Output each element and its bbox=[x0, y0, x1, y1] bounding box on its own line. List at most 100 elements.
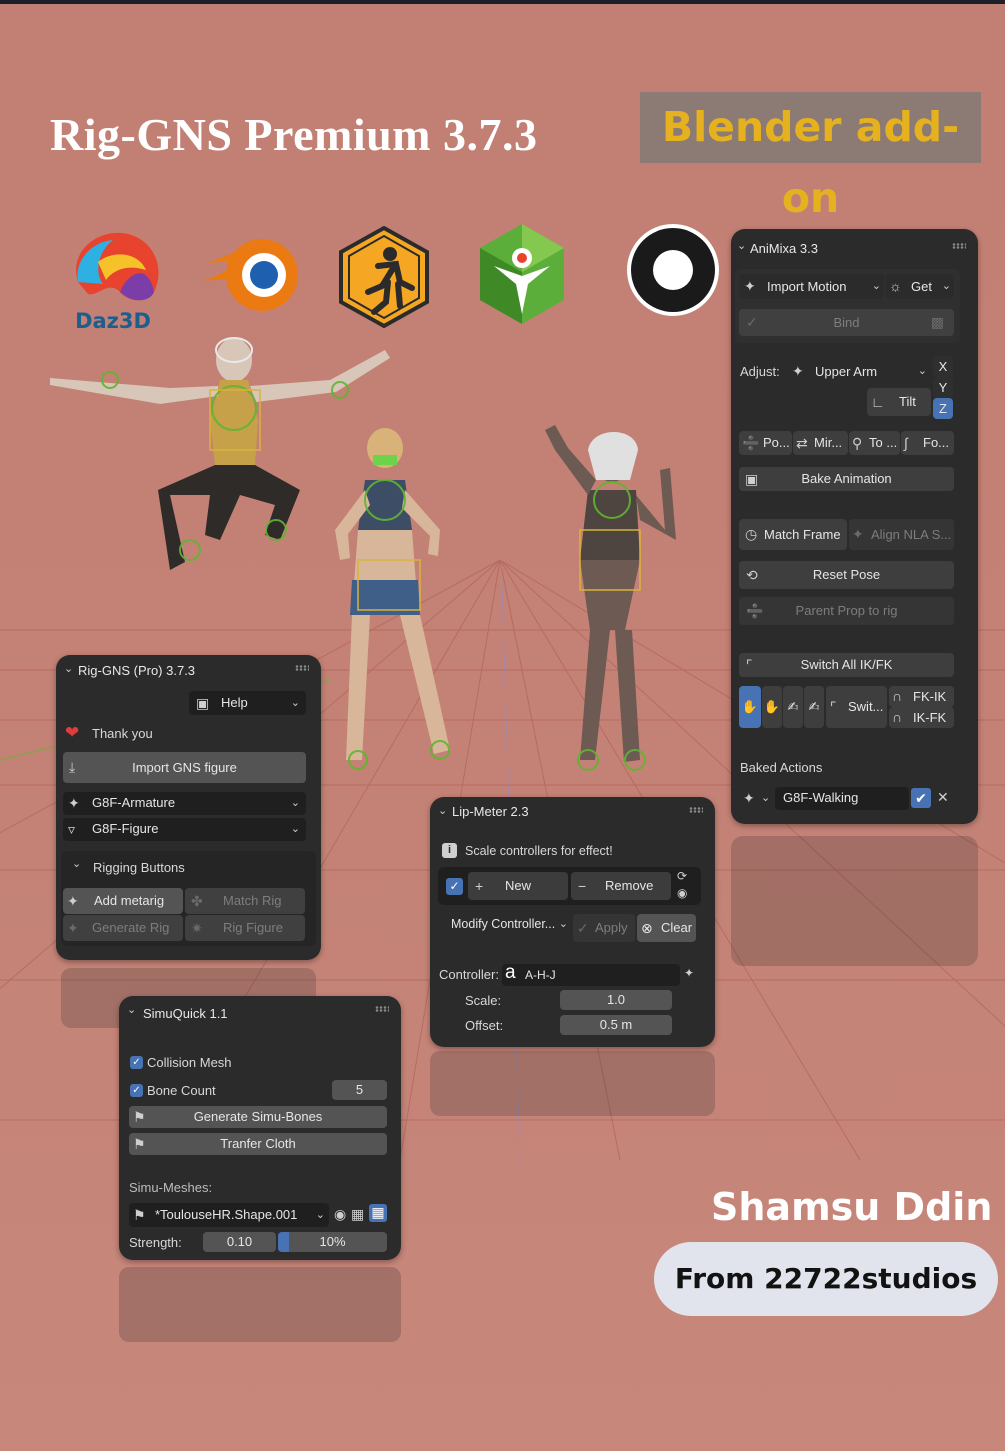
bind-button[interactable]: ✓ Bind ▩ bbox=[739, 309, 954, 336]
fk-ik-button[interactable]: ∩ FK-IK bbox=[889, 686, 954, 707]
transfer-cloth-button[interactable]: ⚑ Tranfer Cloth bbox=[129, 1133, 387, 1155]
shield-icon[interactable]: ✔ bbox=[911, 788, 931, 808]
rig-figure-button[interactable]: ✷ Rig Figure bbox=[185, 915, 305, 941]
lip-meter-panel: ⌄ Lip-Meter 2.3 i Scale controllers for … bbox=[430, 797, 715, 1047]
collision-mesh-checkbox[interactable]: ✓ bbox=[130, 1056, 143, 1069]
right-foot-button[interactable]: ✍ bbox=[783, 686, 803, 728]
chevron-down-icon: ⌄ bbox=[290, 697, 300, 709]
chevron-down-icon[interactable]: ⌄ bbox=[64, 662, 73, 675]
ik-fk-button[interactable]: ∩ IK-FK bbox=[889, 707, 954, 728]
import-gns-button[interactable]: ⤓ Import GNS figure bbox=[63, 752, 306, 783]
strength-slider[interactable]: 10% bbox=[278, 1232, 387, 1252]
adjust-bone-dropdown[interactable]: ✦ Upper Arm ⌄ bbox=[787, 358, 931, 385]
match-frame-button[interactable]: ◷ Match Frame bbox=[739, 519, 847, 550]
bone-count-field[interactable]: 5 bbox=[332, 1080, 387, 1100]
generate-rig-button[interactable]: ✦ Generate Rig bbox=[63, 915, 183, 941]
rig-gns-header[interactable]: ⌄ Rig-GNS (Pro) 3.7.3 bbox=[56, 655, 321, 685]
rigging-buttons-section: ⌄ Rigging Buttons ✦ Add metarig ✤ Match … bbox=[61, 851, 316, 946]
reset-pose-label: Reset Pose bbox=[812, 567, 881, 582]
left-hand-button[interactable]: ✋ bbox=[762, 686, 782, 728]
chevron-down-icon[interactable]: ⌄ bbox=[438, 804, 447, 817]
target-icon[interactable]: ◉ bbox=[334, 1206, 346, 1223]
parent-prop-button[interactable]: ➗ Parent Prop to rig bbox=[739, 597, 954, 625]
pose-button[interactable]: ➗ Po... bbox=[739, 431, 792, 455]
foot-r-icon: ✍ bbox=[787, 699, 799, 714]
drag-grip-icon[interactable] bbox=[952, 243, 966, 249]
axis-y-button[interactable]: Y bbox=[933, 377, 953, 398]
to-button[interactable]: ⚲ To ... bbox=[849, 431, 900, 455]
offset-field[interactable]: 0.5 m bbox=[560, 1015, 672, 1035]
blender-logo bbox=[204, 239, 298, 311]
drag-grip-icon[interactable] bbox=[689, 807, 703, 813]
generate-rig-label: Generate Rig bbox=[92, 920, 170, 935]
tilt-button[interactable]: ∟ Tilt bbox=[867, 388, 931, 416]
generate-simu-bones-button[interactable]: ⚑ Generate Simu-Bones bbox=[129, 1106, 387, 1128]
eye-icon[interactable]: ◉ bbox=[677, 886, 687, 900]
drag-grip-icon[interactable] bbox=[295, 665, 309, 671]
rigging-buttons-header[interactable]: Rigging Buttons bbox=[93, 860, 185, 875]
remove-controller-button[interactable]: − Remove bbox=[571, 872, 671, 900]
switch-icon: ⌜ bbox=[830, 699, 837, 715]
clear-button[interactable]: ⊗ Clear bbox=[637, 914, 696, 942]
enable-controller-checkbox[interactable]: ✓ bbox=[446, 878, 463, 895]
chevron-down-icon[interactable]: ⌄ bbox=[72, 857, 81, 870]
get-dropdown[interactable]: ☼ Get ⌄ bbox=[886, 274, 954, 299]
heart-icon: ❤ bbox=[65, 723, 80, 742]
simu-mesh-value: *ToulouseHR.Shape.001 bbox=[155, 1207, 298, 1222]
axis-z-button[interactable]: Z bbox=[933, 398, 953, 419]
import-motion-dropdown[interactable]: ✦ Import Motion ⌄ bbox=[739, 274, 884, 299]
armature-select[interactable]: ✦ G8F-Armature ⌄ bbox=[63, 792, 306, 815]
figure-select[interactable]: ▿ G8F-Figure ⌄ bbox=[63, 818, 306, 841]
nodes-icon[interactable]: ▦ bbox=[351, 1206, 364, 1223]
mirror-button[interactable]: ⇄ Mir... bbox=[793, 431, 848, 455]
author-name: Shamsu Ddin bbox=[711, 1185, 993, 1229]
bone-count-label: Bone Count bbox=[147, 1083, 216, 1098]
rig-figure-label: Rig Figure bbox=[223, 920, 283, 935]
bake-label: Bake Animation bbox=[801, 471, 892, 486]
ring-logo bbox=[627, 224, 719, 316]
lip-meter-title: Lip-Meter 2.3 bbox=[452, 804, 529, 819]
bone-count-checkbox[interactable]: ✓ bbox=[130, 1084, 143, 1097]
controller-field[interactable]: a A-H-J bbox=[502, 962, 680, 986]
add-metarig-button[interactable]: ✦ Add metarig bbox=[63, 888, 183, 914]
chevron-down-icon: ⌄ bbox=[290, 823, 300, 835]
rig-gns-panel: ⌄ Rig-GNS (Pro) 3.7.3 ▣ Help ⌄ ❤ Thank y… bbox=[56, 655, 321, 960]
modify-controller-dropdown[interactable]: Modify Controller... ⌄ bbox=[440, 910, 570, 938]
switch-all-ikfk-button[interactable]: ⌜ Switch All IK/FK bbox=[739, 653, 954, 677]
apply-button[interactable]: ✓ Apply bbox=[573, 914, 635, 942]
fo-button[interactable]: ∫ Fo... bbox=[901, 431, 954, 455]
action-name-field[interactable]: G8F-Walking bbox=[775, 787, 909, 810]
scale-field[interactable]: 1.0 bbox=[560, 990, 672, 1010]
simuquick-reflection bbox=[119, 1262, 401, 1342]
select-icon[interactable]: ▦ bbox=[369, 1204, 387, 1222]
hand-r-icon: ✋ bbox=[741, 699, 759, 714]
chevron-down-icon[interactable]: ⌄ bbox=[127, 1003, 136, 1016]
chevron-down-icon: ⌄ bbox=[558, 918, 568, 930]
close-icon[interactable]: ✕ bbox=[937, 789, 949, 806]
switch-button[interactable]: ⌜ Swit... bbox=[826, 686, 887, 728]
baked-actions-label: Baked Actions bbox=[740, 760, 823, 775]
animixa-header[interactable]: ⌄ AniMixa 3.3 bbox=[731, 229, 978, 259]
simu-mesh-select[interactable]: ⚑ *ToulouseHR.Shape.001 ⌄ bbox=[129, 1203, 329, 1227]
generate-simu-label: Generate Simu-Bones bbox=[193, 1109, 323, 1124]
right-hand-button[interactable]: ✋ bbox=[739, 686, 761, 728]
left-foot-button[interactable]: ✍ bbox=[804, 686, 824, 728]
new-controller-button[interactable]: + New bbox=[468, 872, 568, 900]
pin-icon[interactable]: ✦ bbox=[684, 966, 694, 980]
simu-meshes-label: Simu-Meshes: bbox=[129, 1180, 213, 1195]
refresh-icon[interactable]: ⟳ bbox=[677, 869, 687, 883]
chevron-down-icon[interactable]: ⌄ bbox=[737, 239, 746, 252]
axis-x-button[interactable]: X bbox=[933, 356, 953, 377]
help-dropdown[interactable]: ▣ Help ⌄ bbox=[189, 691, 306, 715]
drag-grip-icon[interactable] bbox=[375, 1006, 389, 1012]
simuquick-header[interactable]: ⌄ SimuQuick 1.1 bbox=[119, 996, 401, 1026]
hand-l-icon: ✋ bbox=[763, 699, 781, 714]
animixa-panel: ⌄ AniMixa 3.3 ✦ Import Motion ⌄ ☼ Get ⌄ … bbox=[731, 229, 978, 824]
reset-pose-button[interactable]: ⟲ Reset Pose bbox=[739, 561, 954, 589]
info-icon: i bbox=[442, 843, 457, 858]
lip-meter-header[interactable]: ⌄ Lip-Meter 2.3 bbox=[430, 797, 715, 827]
align-nla-button[interactable]: ✦ Align NLA S... bbox=[849, 519, 954, 550]
strength-field[interactable]: 0.10 bbox=[203, 1232, 276, 1252]
match-rig-button[interactable]: ✤ Match Rig bbox=[185, 888, 305, 914]
bake-animation-button[interactable]: ▣ Bake Animation bbox=[739, 467, 954, 491]
